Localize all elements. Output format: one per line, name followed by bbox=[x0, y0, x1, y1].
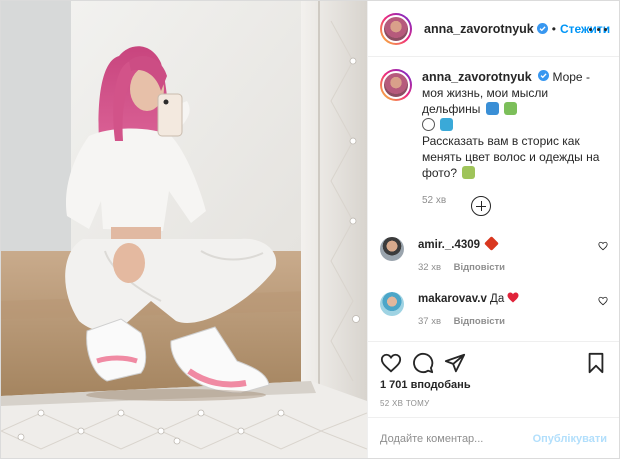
red-heart-emoji-icon bbox=[507, 292, 519, 303]
load-more-comments-icon[interactable] bbox=[471, 196, 491, 216]
header-separator: • bbox=[551, 21, 556, 36]
comment-timestamp: 37 хв bbox=[418, 316, 442, 327]
more-options-icon[interactable] bbox=[589, 21, 607, 37]
comment-input[interactable] bbox=[380, 432, 533, 445]
dolphin-emoji-icon bbox=[440, 118, 454, 131]
caption-timestamp: 52 хв bbox=[422, 195, 447, 206]
verified-badge-icon bbox=[538, 70, 550, 81]
post-timestamp: 52 ХВ ТОМУ bbox=[380, 399, 430, 408]
post-caption: anna_zavorotnyuk Море - моя жизнь, мои м… bbox=[380, 69, 608, 209]
comment-username[interactable]: amir._.4309 bbox=[418, 239, 480, 251]
comment-like-heart-icon[interactable] bbox=[598, 241, 608, 251]
comment-avatar[interactable] bbox=[380, 237, 404, 261]
shell-emoji-icon bbox=[504, 102, 518, 115]
heart-icon[interactable] bbox=[380, 352, 402, 374]
post-sidebar: anna_zavorotnyuk • Стежити anna_zavorotn… bbox=[367, 1, 619, 458]
post-photo[interactable] bbox=[1, 1, 367, 458]
comment-avatar[interactable] bbox=[380, 292, 404, 316]
comment-item: makarovav.v Да 37 хв Відповісти bbox=[380, 292, 608, 327]
verified-badge-icon bbox=[536, 23, 548, 34]
reply-button[interactable]: Відповісти bbox=[454, 262, 505, 273]
caption-author-username[interactable]: anna_zavorotnyuk bbox=[422, 70, 532, 84]
likes-count[interactable]: 1 701 вподобань bbox=[380, 379, 471, 391]
comment-item: amir._.4309 32 хв Відповісти bbox=[380, 236, 608, 273]
comment-timestamp: 32 хв bbox=[418, 262, 442, 273]
comment-text: Да bbox=[490, 293, 505, 305]
maple-leaf-emoji-icon bbox=[484, 236, 500, 251]
comment-username[interactable]: makarovav.v bbox=[418, 293, 487, 305]
share-icon[interactable] bbox=[444, 352, 466, 374]
reply-button[interactable]: Відповісти bbox=[454, 316, 505, 327]
caption-author-avatar[interactable] bbox=[380, 69, 412, 101]
author-avatar[interactable] bbox=[380, 12, 412, 45]
comment-icon[interactable] bbox=[412, 352, 434, 374]
instagram-post: anna_zavorotnyuk • Стежити anna_zavorotn… bbox=[0, 0, 620, 459]
add-comment-bar: Опублікувати bbox=[368, 417, 619, 459]
bookmark-icon[interactable] bbox=[585, 352, 607, 374]
post-image bbox=[1, 1, 367, 458]
post-header: anna_zavorotnyuk • Стежити bbox=[368, 1, 619, 57]
speech-bubble-emoji-icon bbox=[422, 118, 435, 131]
caption-text-line2: Рассказать вам в сторис как менять цвет … bbox=[422, 134, 600, 180]
publish-comment-button[interactable]: Опублікувати bbox=[533, 433, 607, 445]
author-username[interactable]: anna_zavorotnyuk bbox=[424, 22, 534, 36]
comment-like-heart-icon[interactable] bbox=[598, 296, 608, 306]
wave-emoji-icon bbox=[485, 102, 499, 115]
face-emoji-icon bbox=[462, 166, 476, 179]
